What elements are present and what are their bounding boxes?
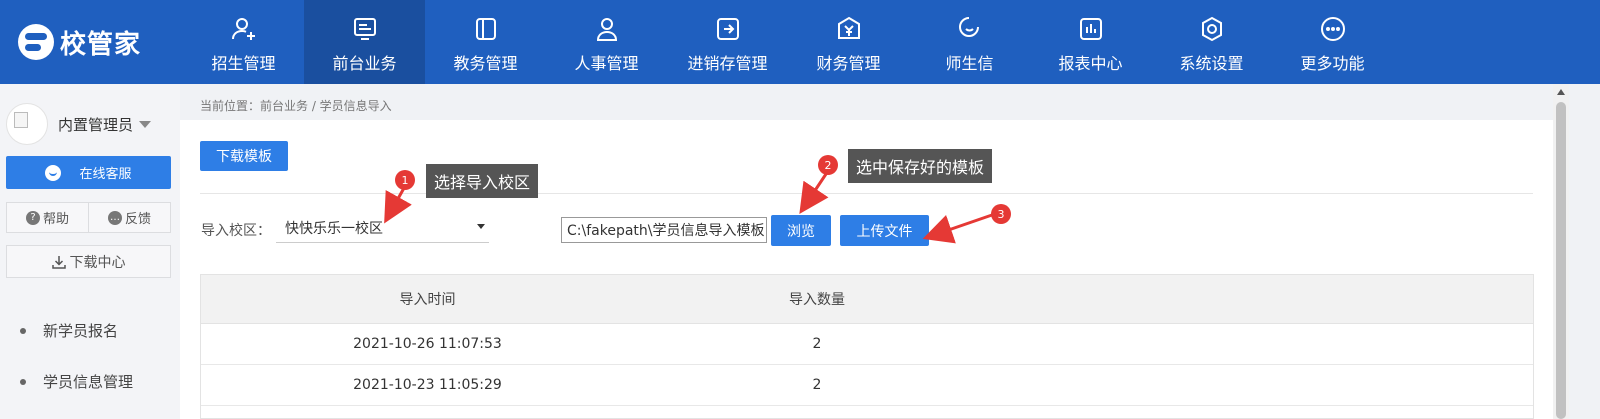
nav-item-front-desk[interactable]: 前台业务 [304, 0, 425, 84]
sidebar-item-label: 新学员报名 [43, 322, 119, 340]
logo-text: 校管家 [60, 29, 142, 60]
user-name: 内置管理员 [58, 115, 134, 134]
nav-item-academic[interactable]: 教务管理 [425, 0, 546, 84]
scroll-thumb[interactable] [1556, 102, 1566, 419]
column-header-import-count: 导入数量 [789, 292, 845, 308]
logo[interactable]: 校管家 [18, 22, 141, 62]
help-feedback-row: ? 帮助 … 反馈 [6, 202, 171, 233]
user-menu[interactable]: 内置管理员 [6, 102, 176, 146]
sidebar-item-new-enrollment[interactable]: 新学员报名 [20, 320, 118, 341]
download-center-button[interactable]: 下载中心 [6, 245, 171, 278]
nav-item-more[interactable]: 更多功能 [1272, 0, 1393, 84]
cell-import-time: 2021-10-23 11:05:29 [353, 377, 502, 393]
file-path-input[interactable]: C:\fakepath\学员信息导入模板 [561, 217, 767, 243]
nav-label: 前台业务 [332, 54, 397, 73]
annotation-tooltip-2: 选中保存好的模板 [848, 149, 993, 183]
top-nav-bar: 校管家 招生管理 前台业务 教务管理 人事管理 进销存管理 财务管理 师生信 报… [0, 0, 1600, 84]
nav-label: 报表中心 [1058, 54, 1123, 73]
nav-label: 财务管理 [816, 54, 881, 73]
money-icon [834, 14, 864, 44]
upload-file-button[interactable]: 上传文件 [840, 215, 929, 246]
bullet-icon [20, 378, 26, 385]
question-icon: ? [25, 210, 40, 225]
nav-item-admissions[interactable]: 招生管理 [183, 0, 304, 84]
nav-label: 人事管理 [574, 54, 639, 73]
help-label: 帮助 [42, 212, 69, 227]
table-row[interactable]: 2021-10-23 11:05:29 2 [201, 365, 1533, 406]
feedback-button[interactable]: … 反馈 [88, 203, 170, 232]
nav-label: 师生信 [945, 54, 994, 73]
help-button[interactable]: ? 帮助 [7, 203, 88, 232]
annotation-badge-1: 1 [395, 170, 415, 190]
breadcrumb: 当前位置：前台业务 / 学员信息导入 [200, 99, 392, 113]
main-nav: 招生管理 前台业务 教务管理 人事管理 进销存管理 财务管理 师生信 报表中心 … [183, 0, 1393, 84]
book-icon [471, 14, 501, 44]
cell-import-time: 2021-10-26 11:07:53 [353, 336, 502, 352]
import-history-table: 导入时间 导入数量 2021-10-26 11:07:53 2 2021-10-… [200, 274, 1534, 419]
chart-icon [1076, 14, 1106, 44]
smile-icon [45, 164, 62, 181]
sidebar-item-student-info[interactable]: 学员信息管理 [20, 371, 133, 392]
nav-item-inventory[interactable]: 进销存管理 [667, 0, 788, 84]
vertical-scrollbar[interactable] [1553, 84, 1569, 419]
message-icon: … [107, 210, 122, 225]
browse-button[interactable]: 浏览 [771, 215, 831, 246]
feedback-label: 反馈 [124, 212, 151, 227]
download-template-button[interactable]: 下载模板 [200, 141, 288, 171]
chat-icon [955, 14, 985, 44]
nav-label: 招生管理 [211, 54, 276, 73]
nav-item-finance[interactable]: 财务管理 [788, 0, 909, 84]
download-center-label: 下载中心 [69, 254, 126, 271]
bullet-icon [20, 327, 26, 334]
person-icon [592, 14, 622, 44]
annotation-badge-2: 2 [818, 155, 838, 175]
campus-label: 导入校区： [201, 223, 271, 239]
annotation-tooltip-1: 选择导入校区 [426, 164, 539, 198]
logo-icon [18, 24, 54, 60]
monitor-icon [350, 14, 380, 44]
sidebar-item-label: 学员信息管理 [43, 373, 134, 391]
nav-label: 系统设置 [1179, 54, 1244, 73]
nav-label: 更多功能 [1300, 54, 1365, 73]
campus-select-value: 快快乐乐一校区 [285, 220, 383, 237]
nav-item-messages[interactable]: 师生信 [909, 0, 1030, 84]
nav-item-settings[interactable]: 系统设置 [1151, 0, 1272, 84]
cell-import-count: 2 [812, 336, 822, 352]
dropdown-arrow-icon [477, 224, 485, 229]
nav-label: 教务管理 [453, 54, 518, 73]
campus-select[interactable]: 快快乐乐一校区 [276, 213, 489, 243]
online-service-button[interactable]: 在线客服 [6, 156, 171, 189]
download-icon [51, 255, 66, 269]
scroll-up-icon[interactable] [1557, 89, 1565, 95]
sidebar: 内置管理员 在线客服 ? 帮助 … 反馈 下载中心 新学员报名 学员信息管理 [0, 84, 180, 419]
avatar [6, 103, 48, 145]
divider [200, 193, 1533, 194]
settings-icon [1197, 14, 1227, 44]
cell-import-count: 2 [812, 377, 822, 393]
user-add-icon [229, 14, 259, 44]
nav-item-hr[interactable]: 人事管理 [546, 0, 667, 84]
more-icon [1318, 14, 1348, 44]
table-row[interactable]: 2021-10-26 11:07:53 2 [201, 324, 1533, 365]
inventory-icon [713, 14, 743, 44]
nav-label: 进销存管理 [687, 54, 768, 73]
chevron-down-icon [139, 120, 152, 128]
nav-item-reports[interactable]: 报表中心 [1030, 0, 1151, 84]
online-service-label: 在线客服 [79, 167, 132, 182]
annotation-badge-3: 3 [991, 204, 1011, 224]
column-header-import-time: 导入时间 [399, 292, 456, 308]
table-header: 导入时间 导入数量 [201, 275, 1533, 324]
